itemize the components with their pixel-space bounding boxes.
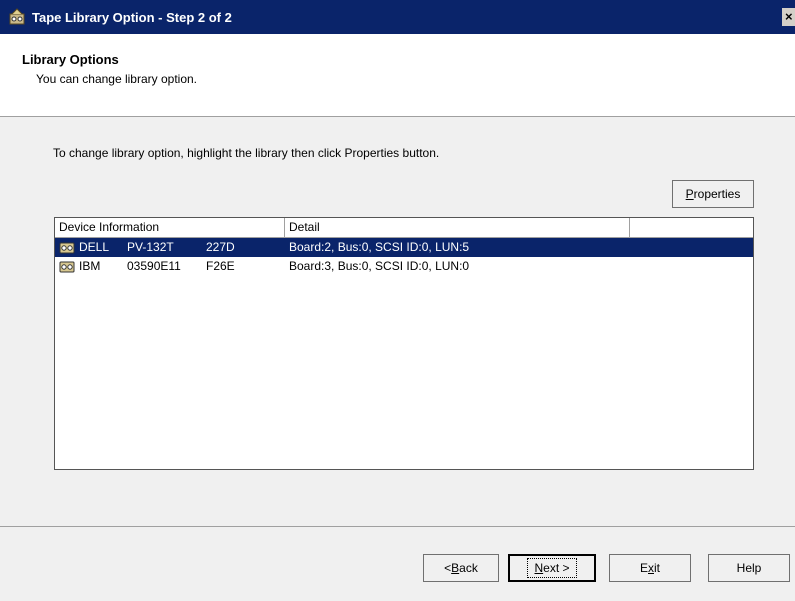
instructions-text: To change library option, highlight the … (53, 146, 440, 160)
device-model: 03590E11 (127, 259, 181, 273)
tape-library-icon (9, 8, 25, 25)
page-subtitle: You can change library option. (36, 72, 198, 86)
library-list[interactable]: Device Information Detail DELL PV-132T 2… (54, 217, 754, 470)
wizard-body: To change library option, highlight the … (0, 117, 795, 527)
exit-button[interactable]: Ex it (609, 554, 691, 582)
column-device-information[interactable]: Device Information (55, 218, 285, 237)
device-model: PV-132T (127, 240, 174, 254)
column-extra[interactable] (630, 218, 753, 237)
device-detail: Board:2, Bus:0, SCSI ID:0, LUN:5 (289, 240, 470, 254)
properties-button[interactable]: Properties (672, 180, 754, 208)
help-button[interactable]: Help (708, 554, 790, 582)
device-revision: F26E (206, 259, 235, 273)
device-revision: 227D (206, 240, 235, 254)
device-vendor: IBM (79, 259, 101, 273)
page-title: Library Options (22, 52, 119, 67)
tape-device-icon (59, 261, 75, 273)
list-header: Device Information Detail (55, 218, 753, 238)
title-bar: Tape Library Option - Step 2 of 2 × (0, 0, 795, 34)
wizard-header: Library Options You can change library o… (0, 34, 795, 117)
close-button[interactable]: × (782, 8, 795, 26)
list-item[interactable]: IBM 03590E11 F26E Board:3, Bus:0, SCSI I… (55, 257, 753, 276)
device-vendor: DELL (79, 240, 110, 254)
focus-ring: Next > (527, 558, 577, 578)
close-icon: × (785, 9, 793, 24)
tape-device-icon (59, 242, 75, 254)
device-detail: Board:3, Bus:0, SCSI ID:0, LUN:0 (289, 259, 470, 273)
list-item[interactable]: DELL PV-132T 227D Board:2, Bus:0, SCSI I… (55, 238, 753, 257)
next-button[interactable]: Next > (508, 554, 596, 582)
back-button[interactable]: < Back (423, 554, 499, 582)
wizard-footer: < Back Next > Ex it Help (0, 527, 795, 601)
window-title: Tape Library Option - Step 2 of 2 (32, 9, 232, 25)
column-detail[interactable]: Detail (285, 218, 630, 237)
